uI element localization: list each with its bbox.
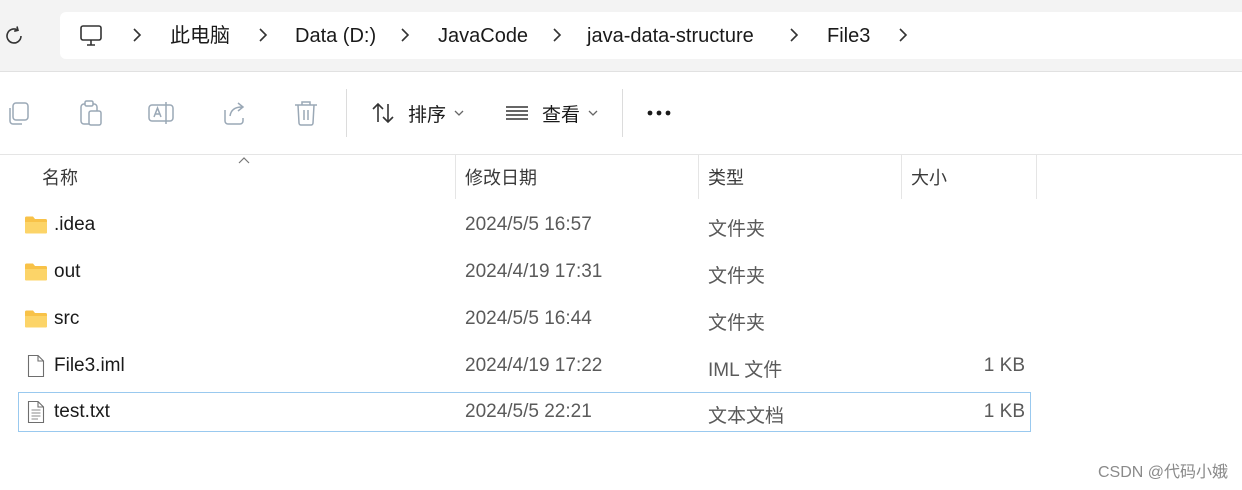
file-size: 1 KB [983, 401, 1025, 422]
column-divider[interactable] [1036, 155, 1037, 199]
address-bar[interactable]: 此电脑 Data (D:) JavaCode java-data-structu… [60, 12, 1242, 59]
file-date: 2024/4/19 17:22 [465, 355, 603, 376]
chevron-right-icon[interactable] [550, 27, 564, 43]
breadcrumb-javacode[interactable]: JavaCode [438, 23, 528, 49]
breadcrumb-this-pc[interactable]: 此电脑 [170, 23, 230, 49]
breadcrumb-file3[interactable]: File3 [827, 23, 870, 49]
view-button[interactable]: 查看 [504, 96, 598, 130]
chevron-down-icon [588, 110, 598, 116]
file-date: 2024/5/5 16:44 [465, 308, 592, 329]
column-size[interactable]: 大小 [911, 164, 947, 190]
share-icon[interactable] [220, 98, 250, 128]
file-name: src [54, 308, 80, 329]
folder-icon [25, 263, 47, 281]
column-name[interactable]: 名称 [42, 164, 78, 190]
folder-icon [25, 310, 47, 328]
copy-icon[interactable] [4, 98, 34, 128]
delete-icon[interactable] [291, 98, 321, 128]
column-type[interactable]: 类型 [708, 164, 744, 190]
file-row-file3-iml[interactable]: File3.iml 2024/4/19 17:22 IML 文件 1 KB [18, 346, 1031, 386]
view-label: 查看 [542, 104, 581, 126]
file-row-idea[interactable]: .idea 2024/5/5 16:57 文件夹 [18, 205, 1031, 245]
file-icon [27, 354, 45, 378]
chevron-right-icon[interactable] [130, 27, 144, 43]
sort-label: 排序 [408, 104, 447, 126]
command-bar: 排序 查看 [0, 72, 1242, 155]
chevron-right-icon[interactable] [256, 27, 270, 43]
chevron-right-icon[interactable] [896, 27, 910, 43]
file-name: test.txt [54, 401, 110, 422]
file-type: 文件夹 [708, 219, 766, 240]
file-name: out [54, 261, 81, 282]
toolbar-divider [346, 89, 347, 137]
file-date: 2024/4/19 17:31 [465, 261, 603, 282]
address-bar-area: 此电脑 Data (D:) JavaCode java-data-structu… [0, 0, 1242, 72]
refresh-icon[interactable] [2, 24, 26, 48]
column-divider[interactable] [455, 155, 456, 199]
column-divider[interactable] [901, 155, 902, 199]
file-type: 文件夹 [708, 266, 766, 287]
file-date: 2024/5/5 22:21 [465, 401, 592, 422]
file-row-test-txt[interactable]: test.txt 2024/5/5 22:21 文本文档 1 KB [18, 392, 1031, 432]
column-divider[interactable] [698, 155, 699, 199]
sort-button[interactable]: 排序 [370, 96, 464, 130]
chevron-down-icon [454, 110, 464, 116]
file-type: 文本文档 [708, 406, 785, 427]
rename-icon[interactable] [146, 98, 176, 128]
chevron-right-icon[interactable] [787, 27, 801, 43]
breadcrumb-data-drive[interactable]: Data (D:) [295, 23, 376, 49]
toolbar-divider [622, 89, 623, 137]
column-date-modified[interactable]: 修改日期 [465, 164, 537, 190]
file-type: 文件夹 [708, 313, 766, 334]
sort-ascending-icon [238, 157, 250, 164]
watermark: CSDN @代码小娥 [1097, 464, 1228, 481]
breadcrumb-java-data-structure[interactable]: java-data-structure [587, 23, 754, 49]
column-header: 名称 修改日期 类型 大小 [0, 155, 1242, 199]
file-date: 2024/5/5 16:57 [465, 214, 592, 235]
file-row-src[interactable]: src 2024/5/5 16:44 文件夹 [18, 299, 1031, 339]
file-name: .idea [54, 214, 96, 235]
file-row-out[interactable]: out 2024/4/19 17:31 文件夹 [18, 252, 1031, 292]
this-pc-icon[interactable] [78, 23, 104, 49]
view-list-icon [506, 106, 528, 120]
file-type: IML 文件 [708, 360, 783, 381]
text-file-icon [27, 400, 45, 424]
folder-icon [25, 216, 47, 234]
more-options-icon[interactable] [646, 106, 674, 120]
chevron-right-icon[interactable] [398, 27, 412, 43]
paste-icon[interactable] [76, 98, 106, 128]
file-name: File3.iml [54, 355, 125, 376]
file-size: 1 KB [983, 355, 1025, 376]
sort-icon [372, 102, 394, 124]
